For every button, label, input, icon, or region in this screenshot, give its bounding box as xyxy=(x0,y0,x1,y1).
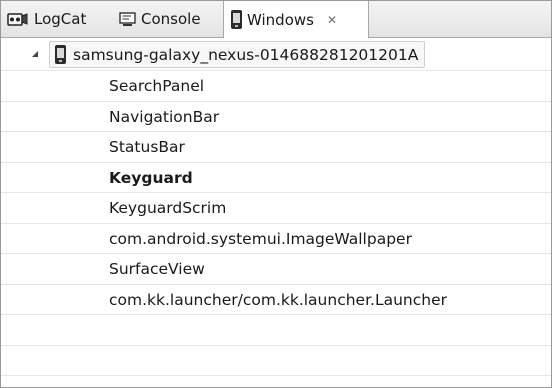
tree-row-window[interactable]: com.kk.launcher/com.kk.launcher.Launcher xyxy=(1,285,551,315)
tab-windows[interactable]: Windows ✕ xyxy=(223,1,369,38)
tree-row-window[interactable]: KeyguardScrim xyxy=(1,193,551,224)
window-name: SurfaceView xyxy=(109,260,205,278)
device-name: samsung-galaxy_nexus-014688281201201A xyxy=(73,45,419,64)
console-icon xyxy=(119,11,136,27)
empty-tree-row xyxy=(1,315,551,346)
tree-row-window-focused[interactable]: Keyguard xyxy=(1,163,551,193)
tab-logcat[interactable]: LogCat xyxy=(7,1,86,37)
window-name: StatusBar xyxy=(109,138,185,156)
phone-icon xyxy=(231,10,242,29)
logcat-icon xyxy=(7,11,29,27)
expanded-triangle-icon[interactable] xyxy=(32,51,38,57)
empty-tree-row xyxy=(1,346,551,376)
close-icon[interactable]: ✕ xyxy=(327,2,337,38)
tree-row-window[interactable]: SearchPanel xyxy=(1,71,551,102)
focused-window-name: Keyguard xyxy=(109,168,193,187)
window-tree: samsung-galaxy_nexus-014688281201201A Se… xyxy=(1,38,551,376)
view-tab-bar: LogCat Console Windows ✕ xyxy=(1,1,551,38)
window-name: com.kk.launcher/com.kk.launcher.Launcher xyxy=(109,290,447,309)
window-name: NavigationBar xyxy=(109,107,220,126)
windows-view-panel: LogCat Console Windows ✕ samsung-galaxy_… xyxy=(0,0,552,388)
tree-row-window[interactable]: com.android.systemui.ImageWallpaper xyxy=(1,224,551,254)
tree-row-window[interactable]: StatusBar xyxy=(1,132,551,163)
tab-console[interactable]: Console xyxy=(119,1,201,37)
window-name: SearchPanel xyxy=(109,77,205,95)
tab-windows-label: Windows xyxy=(247,10,314,29)
device-node[interactable]: samsung-galaxy_nexus-014688281201201A xyxy=(49,41,426,68)
tree-row-window[interactable]: SurfaceView xyxy=(1,254,551,285)
window-name: KeyguardScrim xyxy=(109,199,227,217)
tree-row-window[interactable]: NavigationBar xyxy=(1,102,551,132)
window-name: com.android.systemui.ImageWallpaper xyxy=(109,229,412,248)
tree-row-device[interactable]: samsung-galaxy_nexus-014688281201201A xyxy=(1,38,551,71)
tab-logcat-label: LogCat xyxy=(34,10,87,28)
device-phone-icon xyxy=(55,45,66,64)
tab-console-label: Console xyxy=(141,10,201,28)
